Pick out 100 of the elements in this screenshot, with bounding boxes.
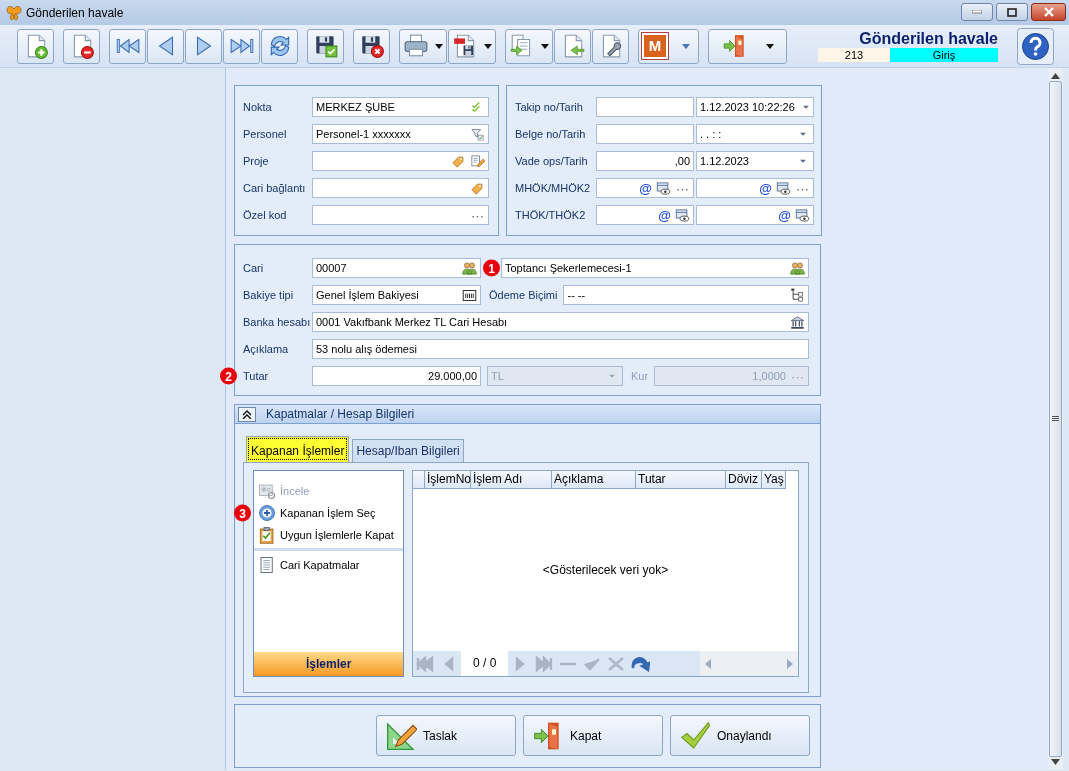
- help-button[interactable]: [1017, 27, 1054, 65]
- maximize-button[interactable]: [996, 3, 1028, 21]
- column-header[interactable]: Yaş: [762, 471, 786, 489]
- action-button[interactable]: Taslak: [376, 715, 516, 756]
- panel-title: Kapatmalar / Hesap Bilgileri: [266, 406, 415, 423]
- collapse-button[interactable]: [238, 406, 256, 422]
- logo-icon: M: [642, 33, 668, 59]
- field-label: THÖK/THÖK2: [515, 207, 587, 223]
- window-eye-icon[interactable]: [776, 180, 791, 196]
- toolbar-button[interactable]: [448, 28, 496, 64]
- edit-icon[interactable]: [470, 153, 485, 169]
- input-field[interactable]: @: [696, 205, 814, 225]
- action-button[interactable]: Onaylandı: [670, 715, 810, 756]
- tag-icon[interactable]: [470, 180, 485, 196]
- scrollbar-thumb[interactable]: [1049, 81, 1062, 757]
- minimize-icon: [972, 10, 982, 14]
- redo-icon[interactable]: [630, 655, 651, 672]
- mode-indicator: Giriş: [890, 48, 998, 62]
- field-label: Tutar: [243, 368, 269, 384]
- window-eye-icon[interactable]: [675, 207, 690, 223]
- dropdown-field[interactable]: 1.12.2023 10:22:26: [696, 97, 814, 117]
- tab[interactable]: Hesap/Iban Bilgileri: [352, 439, 464, 462]
- field-label: Belge no/Tarih: [515, 126, 587, 142]
- collapse-icon: [242, 409, 252, 419]
- input-field[interactable]: MERKEZ ŞUBE: [312, 97, 489, 117]
- at-sign-icon[interactable]: @: [778, 208, 791, 222]
- field-label: Nokta: [243, 99, 273, 115]
- at-sign-icon[interactable]: @: [759, 181, 772, 195]
- scroll-down-arrow-icon[interactable]: [1051, 759, 1060, 765]
- window-eye-icon[interactable]: [795, 207, 810, 223]
- input-field[interactable]: Personel-1 xxxxxxx: [312, 124, 489, 144]
- column-header[interactable]: Döviz: [726, 471, 762, 489]
- toolbar-button[interactable]: [63, 28, 100, 64]
- column-header[interactable]: Tutar: [636, 471, 726, 489]
- actions-footer[interactable]: İşlemler: [254, 652, 403, 676]
- input-field[interactable]: [312, 205, 489, 225]
- scroll-up-arrow-icon[interactable]: [1051, 73, 1060, 79]
- action-button[interactable]: Kapat: [523, 715, 663, 756]
- record-counter: 0 / 0: [461, 651, 509, 676]
- field-label: Kur: [631, 368, 649, 384]
- clipboard-check-icon: [258, 526, 276, 544]
- input-field[interactable]: 00007: [312, 258, 481, 278]
- butterfly-icon: [6, 4, 22, 21]
- first-record-icon[interactable]: [415, 655, 435, 672]
- toolbar-button[interactable]: [307, 28, 344, 64]
- input-field[interactable]: @: [596, 178, 694, 198]
- field-label: Proje: [243, 153, 270, 169]
- printer-icon: [403, 33, 429, 59]
- people-icon[interactable]: [790, 260, 805, 276]
- field-label: MHÖK/MHÖK2: [515, 180, 592, 196]
- field-label: Takip no/Tarih: [515, 99, 584, 115]
- filter-icon[interactable]: [470, 126, 485, 142]
- action-item[interactable]: Cari Kapatmalar: [254, 554, 403, 576]
- bank-icon[interactable]: [790, 314, 805, 330]
- input-field[interactable]: [312, 178, 489, 198]
- action-item[interactable]: Uygun İşlemlerle Kapat: [254, 524, 403, 546]
- scroll-right-arrow-icon[interactable]: [787, 658, 793, 669]
- input-field[interactable]: Genel İşlem Bakiyesi: [312, 285, 481, 305]
- input-field[interactable]: ,00: [596, 151, 694, 171]
- field-label: Ödeme Biçimi: [489, 287, 558, 303]
- toolbar-button[interactable]: [261, 28, 298, 64]
- input-field[interactable]: [312, 151, 489, 171]
- input-field[interactable]: 29.000,00: [312, 366, 481, 386]
- calculator-icon[interactable]: [462, 287, 477, 303]
- last-record-icon[interactable]: [534, 655, 555, 672]
- form-title: Gönderilen havale: [859, 30, 998, 48]
- field-label: Açıklama: [243, 341, 290, 357]
- vertical-scrollbar[interactable]: [1048, 68, 1063, 770]
- column-header[interactable]: İşlemNo: [425, 471, 471, 489]
- input-field[interactable]: [596, 124, 694, 144]
- field-label: Personel: [243, 126, 288, 142]
- input-field[interactable]: -- --: [563, 285, 809, 305]
- input-field[interactable]: [596, 97, 694, 117]
- window-eye-icon[interactable]: [656, 180, 671, 196]
- field-label: Cari: [243, 260, 265, 276]
- field-label: Özel kod: [243, 207, 288, 223]
- tree-icon[interactable]: [790, 287, 805, 303]
- check-mark-icon: [679, 719, 711, 752]
- tag-icon[interactable]: [451, 153, 466, 169]
- input-field[interactable]: 53 nolu alış ödemesi: [312, 339, 809, 359]
- scroll-left-arrow-icon[interactable]: [705, 658, 711, 669]
- inspect-card-icon: [258, 482, 276, 500]
- dropdown-field[interactable]: . . : :: [696, 124, 814, 144]
- close-button[interactable]: [1031, 3, 1066, 21]
- people-icon[interactable]: [462, 260, 477, 276]
- toolbar-button[interactable]: M: [638, 28, 699, 64]
- field-label: Vade ops/Tarih: [515, 153, 589, 169]
- toolbar-button[interactable]: [353, 28, 390, 64]
- dropdown-field[interactable]: 1.12.2023: [696, 151, 814, 171]
- at-sign-icon[interactable]: @: [658, 208, 671, 222]
- input-field[interactable]: 0001 Vakıfbank Merkez TL Cari Hesabı: [312, 312, 809, 332]
- input-field[interactable]: @: [596, 205, 694, 225]
- toolbar-button[interactable]: [592, 28, 629, 64]
- annotation-marker: 1: [483, 259, 500, 277]
- column-header[interactable]: İşlem Adı: [471, 471, 552, 489]
- record-number: 213: [818, 48, 890, 62]
- at-sign-icon[interactable]: @: [639, 181, 652, 195]
- tab[interactable]: Kapanan İşlemler: [246, 436, 350, 462]
- input-field[interactable]: @: [696, 178, 814, 198]
- column-header[interactable]: Açıklama: [552, 471, 636, 489]
